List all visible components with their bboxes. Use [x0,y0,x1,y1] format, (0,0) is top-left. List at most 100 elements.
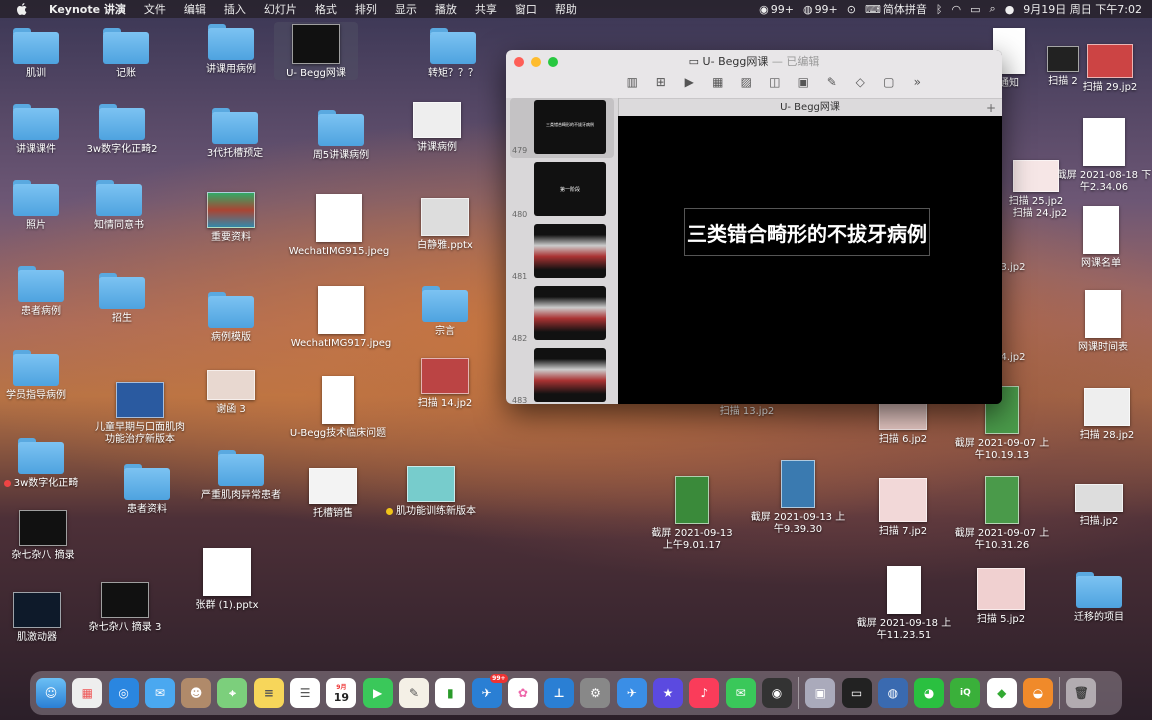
desktop-folder[interactable]: 患者病例 [0,266,86,318]
slide-thumbnail[interactable] [534,348,606,402]
chart-icon[interactable]: ▨ [732,73,761,91]
desktop-file[interactable]: 张群 (1).pptx [182,548,272,612]
slide-thumbnail[interactable]: 三类错合畸形的不拔牙病例 [534,100,606,154]
wechat-status[interactable]: ◉ 99+ [759,3,794,16]
app-menu[interactable]: Keynote 讲演 [40,1,135,17]
play-icon[interactable]: ▶ [675,73,704,91]
desktop-folder[interactable]: 转矩？？？ [408,28,498,80]
format-brush-icon[interactable]: ✎ [818,73,847,91]
desktop-folder[interactable]: 3w数字化正畸 [0,438,86,490]
menu-arrange[interactable]: 排列 [346,1,386,17]
menu-insert[interactable]: 插入 [215,1,255,17]
wechat-icon[interactable]: ◕ [914,678,945,708]
desktop-folder[interactable]: 讲课用病例 [186,24,276,76]
desktop-file[interactable]: 谢函 3 [186,370,276,416]
desktop-folder[interactable]: 严重肌肉异常患者 [196,450,286,502]
desktop-file[interactable]: 儿童早期与口面肌肉功能治疗新版本 [95,382,185,446]
more-chevron-icon[interactable]: » [903,73,932,91]
desktop-file[interactable]: 扫描 28.jp2 [1064,388,1150,442]
add-tab-icon[interactable]: + [986,99,996,117]
control-center-icon[interactable]: ▭ [970,3,980,16]
desktop-file[interactable]: 扫描 14.jp2 [400,358,490,410]
notes-icon[interactable]: ≡ [253,678,284,708]
desktop-folder[interactable]: 3代托槽预定 [190,108,280,160]
desktop-file[interactable]: U-Begg技术临床问题 [286,376,390,440]
music-icon[interactable]: ♪ [689,678,720,708]
desktop-folder[interactable]: 学员指导病例 [0,350,81,402]
desktop-file[interactable]: 讲课病例 [392,102,482,154]
pages-icon[interactable]: ✎ [398,678,429,708]
table-icon[interactable]: ▦ [704,73,733,91]
desktop-folder[interactable]: 记账 [81,28,171,80]
clock[interactable]: 9月19日 周日 下午7:02 [1023,1,1142,17]
slide-navigator[interactable]: 479 三类错合畸形的不拔牙病例 480 第一阶段 481 482 483 [506,98,619,404]
desktop-file[interactable]: 网课时间表 [1058,290,1148,354]
desktop-folder[interactable]: 宗言 [400,286,490,338]
menu-slide[interactable]: 幻灯片 [255,1,306,17]
menu-play[interactable]: 播放 [426,1,466,17]
record-icon[interactable]: ⊙ [847,3,856,16]
facetime-icon[interactable]: ▶ [362,678,393,708]
media-icon[interactable]: ▣ [789,73,818,91]
launchpad-icon[interactable]: ▦ [72,678,103,708]
document-icon[interactable]: ▢ [875,73,904,91]
store-icon[interactable]: ◒ [1023,678,1054,708]
maps-icon[interactable]: ⌖ [217,678,248,708]
menu-window[interactable]: 窗口 [506,1,546,17]
desktop-file[interactable]: 截屏 2021-09-18 上午11.23.51 [852,566,956,642]
desktop-folder[interactable]: 患者资料 [102,464,192,516]
input-method[interactable]: ⌨ 简体拼音 [865,1,927,17]
desktop-file[interactable]: 截屏 2021-08-18 下午2.34.06 [1056,118,1152,194]
bluetooth-icon[interactable]: ᛒ [936,3,943,16]
desktop-file[interactable]: 扫描 29.jp2 [1080,44,1140,94]
messages-icon[interactable]: ✉ [725,678,756,708]
siri-icon[interactable]: ● [1005,3,1015,16]
mail-icon[interactable]: ✉ [144,678,175,708]
photos-icon[interactable]: ✿ [507,678,538,708]
menu-file[interactable]: 文件 [135,1,175,17]
desktop-file[interactable]: 肌功能训练新版本 [378,466,484,518]
desktop-file[interactable]: WechatIMG917.jpeg [286,286,396,350]
keynote-icon[interactable]: ⊥ [544,678,575,708]
obs-icon[interactable]: ◉ [761,678,792,708]
add-slide-icon[interactable]: ⊞ [647,73,676,91]
desktop-file[interactable]: 杂七杂八 摘录 3 [80,582,170,634]
slide-thumbnail[interactable] [534,286,606,340]
desktop-file[interactable]: 扫描 25.jp2 [1004,160,1068,208]
reminders-icon[interactable]: ☰ [290,678,321,708]
desktop-file[interactable]: 扫描 7.jp2 [858,478,948,538]
system-preferences-icon[interactable]: ⚙ [580,678,611,708]
desktop-file[interactable]: WechatIMG915.jpeg [284,194,394,258]
desktop-folder[interactable]: 周5讲课病例 [296,110,386,162]
wifi-icon[interactable]: ◠ [952,3,962,16]
contacts-icon[interactable]: ☻ [181,678,212,708]
keynote-window[interactable]: ▭ U- Begg网课 — 已编辑 ▥ ⊞ ▶ ▦ ▨ ◫ ▣ ✎ ◇ ▢ » … [506,50,1002,404]
animate-icon[interactable]: ◇ [846,73,875,91]
desktop-folder[interactable]: 讲课课件 [0,104,81,156]
desktop-file[interactable]: 扫描 5.jp2 [956,568,1046,626]
desktop-file[interactable]: 网课名单 [1056,206,1146,270]
desktop-file-selected[interactable]: U- Begg网课 [274,22,358,80]
calendar-icon[interactable]: 9月 19 [326,678,357,708]
finder-icon[interactable]: ☺ [36,678,66,708]
printer-icon[interactable]: ▭ [841,678,872,708]
iqiyi-icon[interactable]: iQ [950,678,981,708]
search-icon[interactable]: ⌕ [990,2,996,16]
desktop-folder[interactable]: 3w数字化正畸2 [77,104,167,156]
menu-edit[interactable]: 编辑 [175,1,215,17]
safari-icon[interactable]: ◎ [108,678,139,708]
slide-thumbnail[interactable] [534,224,606,278]
document-tab[interactable]: U- Begg网课 + [618,98,1002,117]
desktop-file-label[interactable]: 扫描 13.jp2 [702,406,792,418]
slide-canvas[interactable]: 三类错合畸形的不拔牙病例 [618,116,1002,404]
desktop-file[interactable]: 扫描.jp2 [1054,484,1144,528]
desktop-file[interactable]: 肌激动器 [0,592,82,644]
drive-icon[interactable]: ◆ [986,678,1017,708]
slide-thumbnail[interactable]: 第一阶段 [534,162,606,216]
desktop-file[interactable]: 截屏 2021-09-13 上午9.01.17 [646,476,738,552]
desktop-folder[interactable]: 知情同意书 [74,180,164,232]
desktop-folder[interactable]: 照片 [0,180,81,232]
desktop-file[interactable]: 截屏 2021-09-13 上午9.39.30 [746,460,850,536]
apple-menu-icon[interactable] [14,2,30,16]
slide-title-textbox[interactable]: 三类错合畸形的不拔牙病例 [684,208,930,256]
